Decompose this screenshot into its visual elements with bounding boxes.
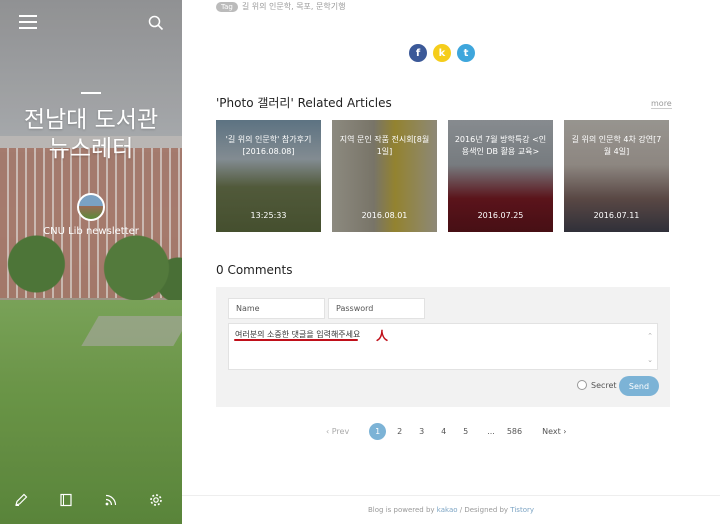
menu-icon[interactable] [19, 15, 37, 31]
related-article-date: 2016.07.11 [593, 211, 640, 220]
share-buttons: f k t [409, 44, 475, 62]
secret-label: Secret [591, 380, 617, 390]
blog-description: CNU Lib newsletter [43, 226, 139, 237]
tistory-link[interactable]: Tistory [510, 506, 534, 514]
blog-title-line1: 전남대 도서관 [23, 107, 159, 133]
blog-title[interactable]: 전남대 도서관 뉴스레터 [0, 92, 182, 164]
secret-radio-icon[interactable] [577, 380, 587, 390]
related-articles-title: 'Photo 갤러리' Related Articles [216, 96, 392, 110]
page-number[interactable]: 2 [391, 423, 408, 440]
send-button[interactable]: Send [619, 376, 659, 396]
guestbook-icon[interactable] [59, 492, 75, 508]
password-input[interactable]: Password [328, 298, 425, 319]
pagination-ellipsis: ... [487, 427, 495, 436]
next-page-button[interactable]: Next › [542, 427, 566, 436]
footer-divider [182, 495, 720, 496]
prev-page-button[interactable]: ‹ Prev [326, 427, 349, 436]
twitter-share-icon[interactable]: t [457, 44, 475, 62]
related-article-card[interactable]: 지역 문인 작품 전시회[8월 1일] 2016.08.01 [332, 120, 437, 232]
name-input[interactable]: Name [228, 298, 325, 319]
comment-textarea[interactable]: 여러분의 소중한 댓글을 입력해주세요 人 ⌃ ⌄ [228, 323, 658, 370]
kakao-share-icon[interactable]: k [433, 44, 451, 62]
related-article-date: 2016.07.25 [477, 211, 524, 220]
tag-badge: Tag [216, 1, 238, 12]
sidebar: 전남대 도서관 뉴스레터 CNU Lib newsletter [0, 0, 182, 524]
comments-title: 0 Comments [216, 263, 293, 277]
related-article-caption: '길 위의 인문학' 참가후기 [2016.08.08] [225, 135, 312, 156]
related-article-caption: 길 위의 인문학 4차 강연[7월 4일] [571, 135, 662, 156]
tag-row: Tag 길 위의 인문학, 목포, 문학기행 [216, 1, 345, 12]
facebook-share-icon[interactable]: f [409, 44, 427, 62]
pagination: ‹ Prev 1 2 3 4 5 ... 586 Next › [326, 423, 567, 440]
page-number[interactable]: 3 [413, 423, 430, 440]
related-article-date: 2016.08.01 [361, 211, 408, 220]
page-number[interactable]: 5 [457, 423, 474, 440]
related-article-caption: 2016년 7월 방학특강 <인용색인 DB 활용 교육> [454, 135, 547, 156]
footer-prefix: Blog is powered by [368, 506, 437, 514]
related-article-card[interactable]: 길 위의 인문학 4차 강연[7월 4일] 2016.07.11 [564, 120, 669, 232]
page-number[interactable]: 4 [435, 423, 452, 440]
related-article-card[interactable]: 2016년 7월 방학특강 <인용색인 DB 활용 교육> 2016.07.25 [448, 120, 553, 232]
write-icon[interactable] [14, 492, 30, 508]
avatar[interactable] [77, 193, 105, 221]
footer: Blog is powered by kakao / Designed by T… [182, 506, 720, 514]
related-article-date: 13:25:33 [250, 211, 287, 220]
rss-icon[interactable] [104, 492, 120, 508]
kakao-link[interactable]: kakao [437, 506, 458, 514]
annotation-mark: 人 [376, 329, 389, 343]
related-article-caption: 지역 문인 작품 전시회[8월 1일] [339, 135, 430, 156]
related-more-link[interactable]: more [651, 99, 672, 109]
secret-checkbox[interactable]: Secret [577, 380, 617, 390]
settings-gear-icon[interactable] [149, 492, 165, 508]
page-number[interactable]: 1 [369, 423, 387, 440]
footer-middle: / Designed by [457, 506, 511, 514]
main-content: Tag 길 위의 인문학, 목포, 문학기행 f k t 'Photo 갤러리'… [182, 0, 720, 524]
title-dash [81, 92, 101, 94]
tag-list[interactable]: 길 위의 인문학, 목포, 문학기행 [242, 1, 346, 12]
search-icon[interactable] [148, 15, 166, 33]
related-article-card[interactable]: '길 위의 인문학' 참가후기 [2016.08.08] 13:25:33 [216, 120, 321, 232]
last-page-number[interactable]: 586 [507, 427, 522, 436]
textarea-scroll-arrows[interactable]: ⌃ ⌄ [647, 330, 653, 366]
blog-title-line2: 뉴스레터 [48, 136, 134, 162]
comment-form: Name Password 여러분의 소중한 댓글을 입력해주세요 人 ⌃ ⌄ S… [216, 287, 670, 407]
sidebar-bottom-icons [0, 492, 182, 510]
annotation-underline [234, 339, 358, 341]
